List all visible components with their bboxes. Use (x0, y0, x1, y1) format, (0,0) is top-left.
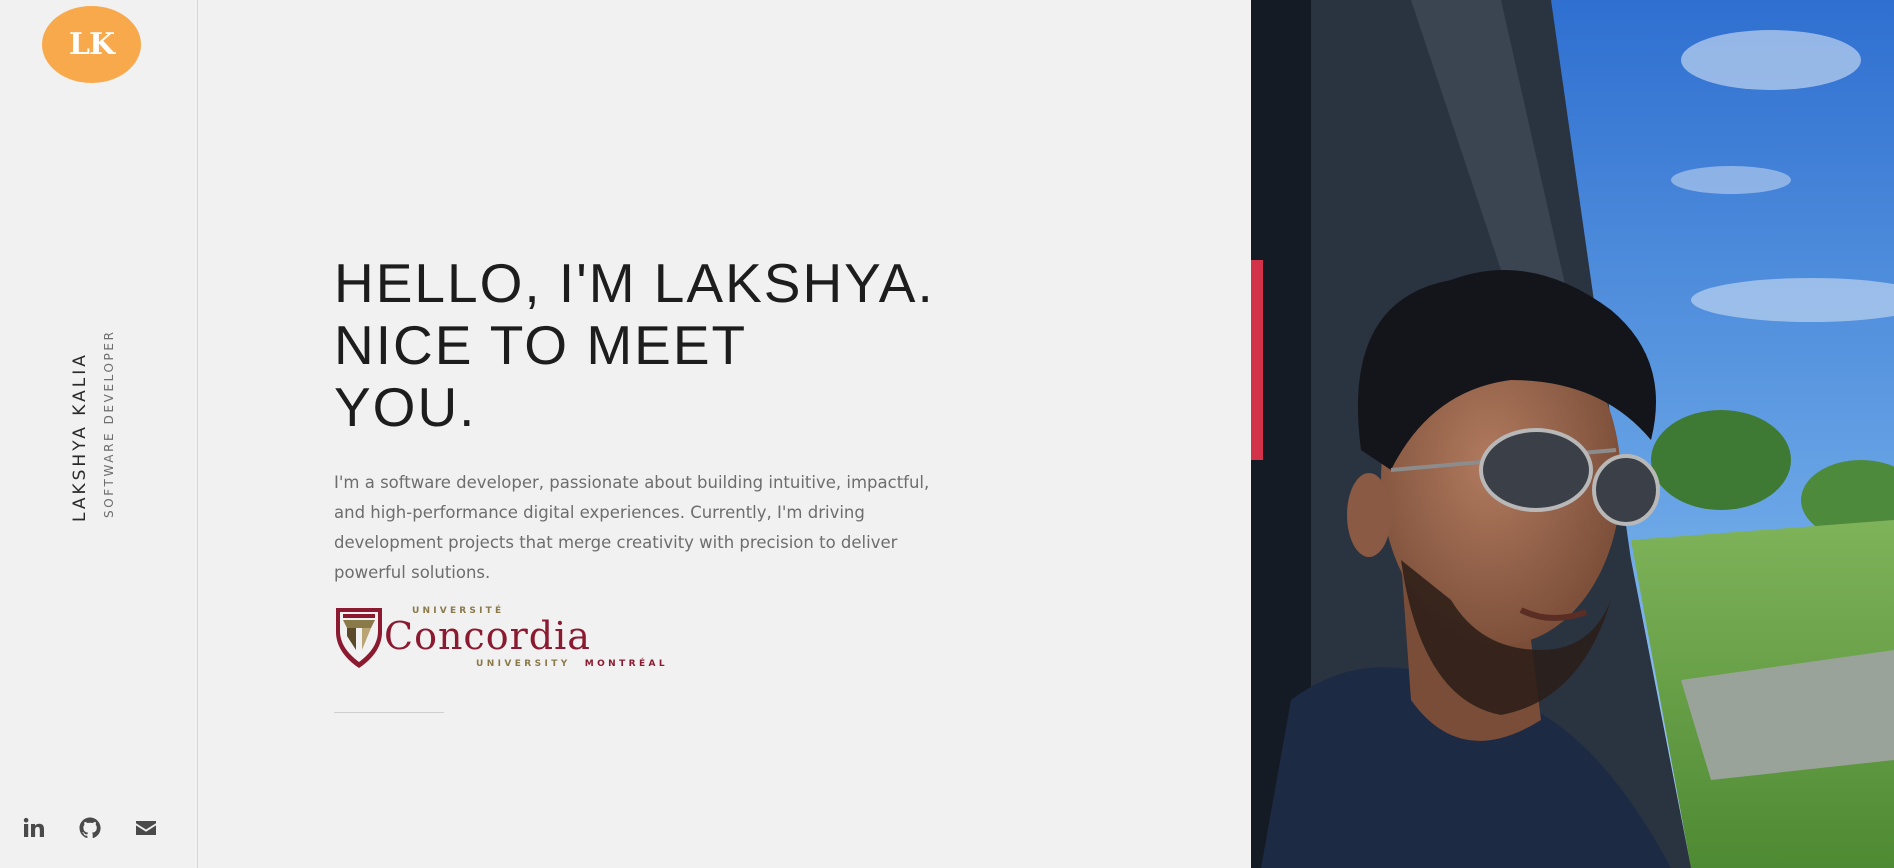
mail-icon (136, 821, 156, 835)
vertical-identity: LAKSHYA KALIA SOFTWARE DEVELOPER (70, 329, 120, 522)
sidebar: LK LAKSHYA KALIA SOFTWARE DEVELOPER (0, 0, 198, 868)
concordia-montreal-text: MONTRÉAL (584, 659, 668, 669)
email-link[interactable] (134, 816, 158, 840)
headline-line-1: HELLO, I'M LAKSHYA. (334, 252, 935, 314)
linkedin-icon (23, 817, 44, 837)
concordia-logo: UNIVERSITÉ Concordia UNIVERSITY MONTRÉAL (334, 604, 724, 674)
site-logo[interactable]: LK (42, 6, 141, 83)
linkedin-link[interactable] (22, 816, 46, 840)
concordia-university-text: UNIVERSITY (476, 659, 571, 669)
section-divider (334, 712, 444, 713)
vertical-role: SOFTWARE DEVELOPER (102, 329, 116, 518)
social-links (22, 816, 158, 840)
hero-section: HELLO, I'M LAKSHYA. NICE TO MEET YOU. I'… (334, 252, 974, 588)
hero-headline: HELLO, I'M LAKSHYA. NICE TO MEET YOU. (334, 252, 974, 438)
github-link[interactable] (78, 816, 102, 840)
hero-intro: I'm a software developer, passionate abo… (334, 473, 930, 582)
profile-photo-image (1251, 0, 1894, 868)
profile-photo (1251, 0, 1894, 868)
logo-text: LK (68, 27, 115, 62)
headline-line-3: YOU. (334, 376, 477, 438)
concordia-crest-icon (336, 608, 382, 668)
concordia-name: Concordia (384, 614, 591, 658)
headline-line-2: NICE TO MEET (334, 314, 748, 376)
concordia-bottom-text: UNIVERSITY MONTRÉAL (476, 659, 668, 669)
vertical-name: LAKSHYA KALIA (70, 352, 90, 522)
github-icon (79, 817, 101, 839)
